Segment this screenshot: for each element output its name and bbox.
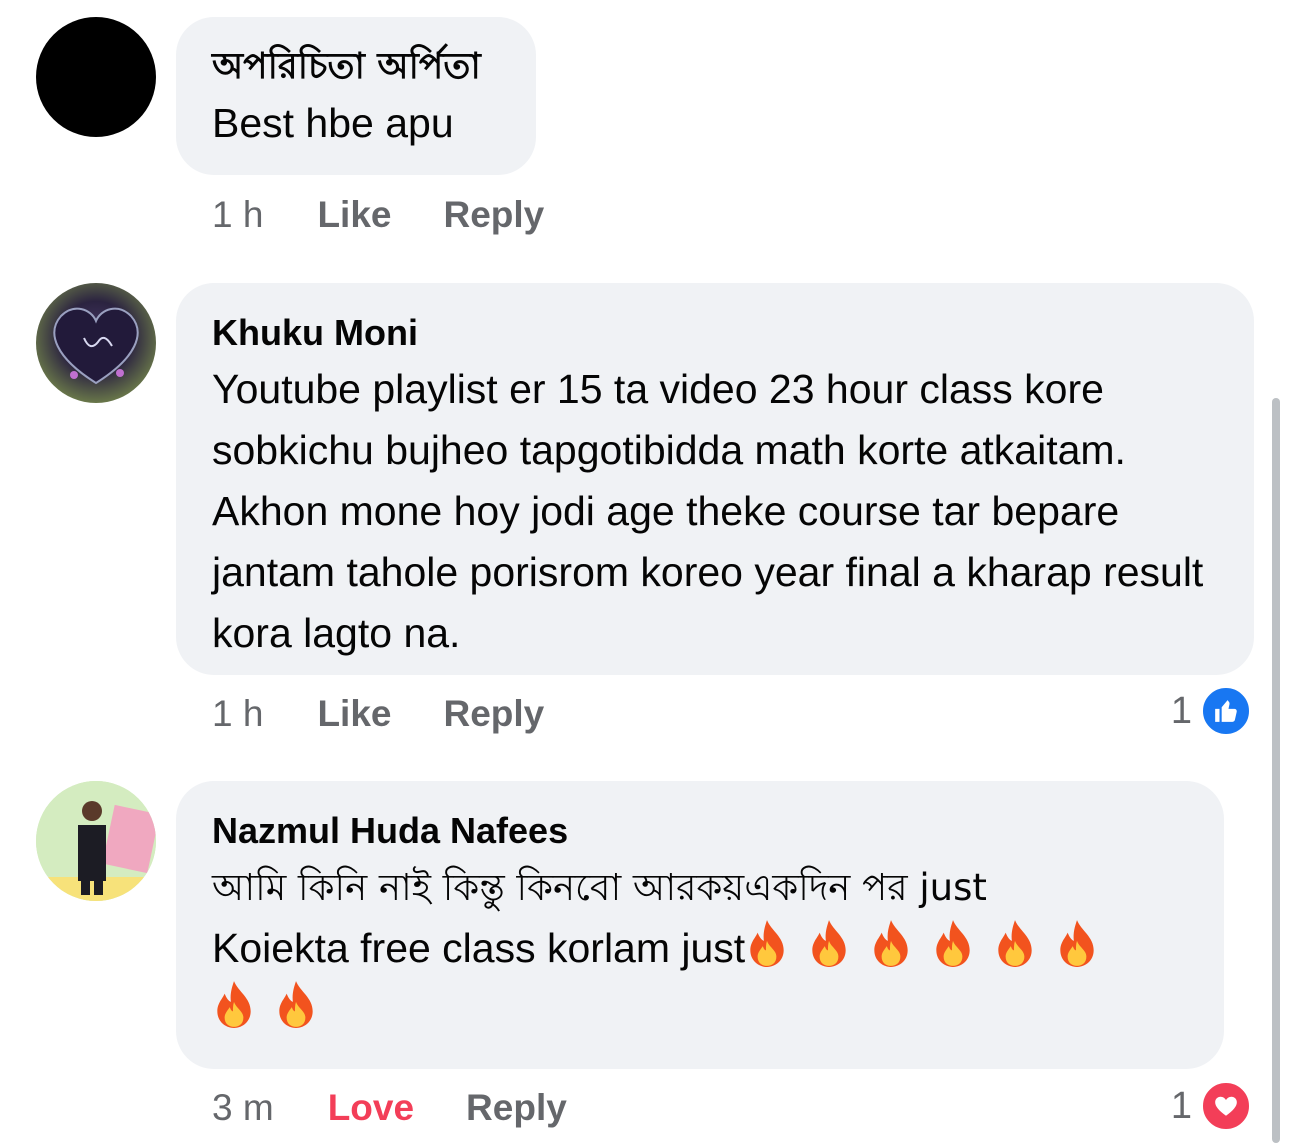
avatar[interactable]: [36, 781, 156, 901]
comment-text-line: আমি কিনি নাই কিন্তু কিনবো আরকয়একদিন পর …: [212, 866, 987, 909]
reply-button[interactable]: Reply: [466, 1086, 567, 1130]
person-photo: [36, 781, 156, 901]
comment-time[interactable]: 3 m: [212, 1086, 274, 1130]
comment-author[interactable]: Khuku Moni: [212, 311, 1220, 355]
comment-text-segment: Koiekta free class korlam just: [212, 925, 746, 971]
heart-icon: [53, 307, 139, 385]
fire-icon: [1060, 920, 1094, 967]
comment-actions: 1 h Like Reply: [212, 692, 596, 736]
love-button[interactable]: Love: [328, 1086, 414, 1130]
fire-icon: [750, 920, 784, 967]
comment-text: Youtube playlist er 15 ta video 23 hour …: [212, 366, 1204, 656]
like-button[interactable]: Like: [317, 692, 391, 736]
comment-time[interactable]: 1 h: [212, 692, 263, 736]
fire-icon: [874, 920, 908, 967]
comment-text: আমি কিনি নাই কিন্তু কিনবো আরকয়একদিন পর …: [212, 857, 1190, 1040]
scrollbar[interactable]: [1272, 398, 1280, 1143]
comment-text: Best hbe apu: [212, 100, 454, 146]
fire-emojis: [212, 979, 1190, 1040]
comment-actions: 1 h Like Reply: [212, 193, 596, 237]
comments-list: অপরিচিতা অর্পিতা Best hbe apu 1 h Like R…: [0, 0, 1290, 1143]
reply-button[interactable]: Reply: [443, 692, 544, 736]
reaction-number: 1: [1170, 1084, 1192, 1127]
comment-bubble: Khuku Moni Youtube playlist er 15 ta vid…: [176, 283, 1254, 675]
like-icon: [1200, 685, 1252, 737]
avatar[interactable]: [36, 17, 156, 137]
fire-icon: [998, 920, 1032, 967]
comment-bubble: Nazmul Huda Nafees আমি কিনি নাই কিন্তু ক…: [176, 781, 1224, 1069]
comment-text-line: Koiekta free class korlam just: [212, 918, 1190, 979]
fire-emojis: [745, 920, 1117, 971]
love-icon: [1200, 1080, 1252, 1132]
comment-bubble: অপরিচিতা অর্পিতা Best hbe apu: [176, 17, 536, 175]
fire-icon: [279, 981, 313, 1028]
comment-author[interactable]: Nazmul Huda Nafees: [212, 809, 1190, 853]
comment-time[interactable]: 1 h: [212, 193, 263, 237]
fire-icon: [812, 920, 846, 967]
reaction-number: 1: [1170, 689, 1192, 732]
comment-author[interactable]: অপরিচিতা অর্পিতা: [212, 45, 502, 89]
like-button[interactable]: Like: [317, 193, 391, 237]
fire-icon: [936, 920, 970, 967]
comment-actions: 3 m Love Reply: [212, 1086, 619, 1130]
reaction-count[interactable]: 1: [1171, 685, 1252, 737]
reaction-count[interactable]: 1: [1171, 1080, 1252, 1132]
reply-button[interactable]: Reply: [443, 193, 544, 237]
avatar[interactable]: [36, 283, 156, 403]
fire-icon: [217, 981, 251, 1028]
